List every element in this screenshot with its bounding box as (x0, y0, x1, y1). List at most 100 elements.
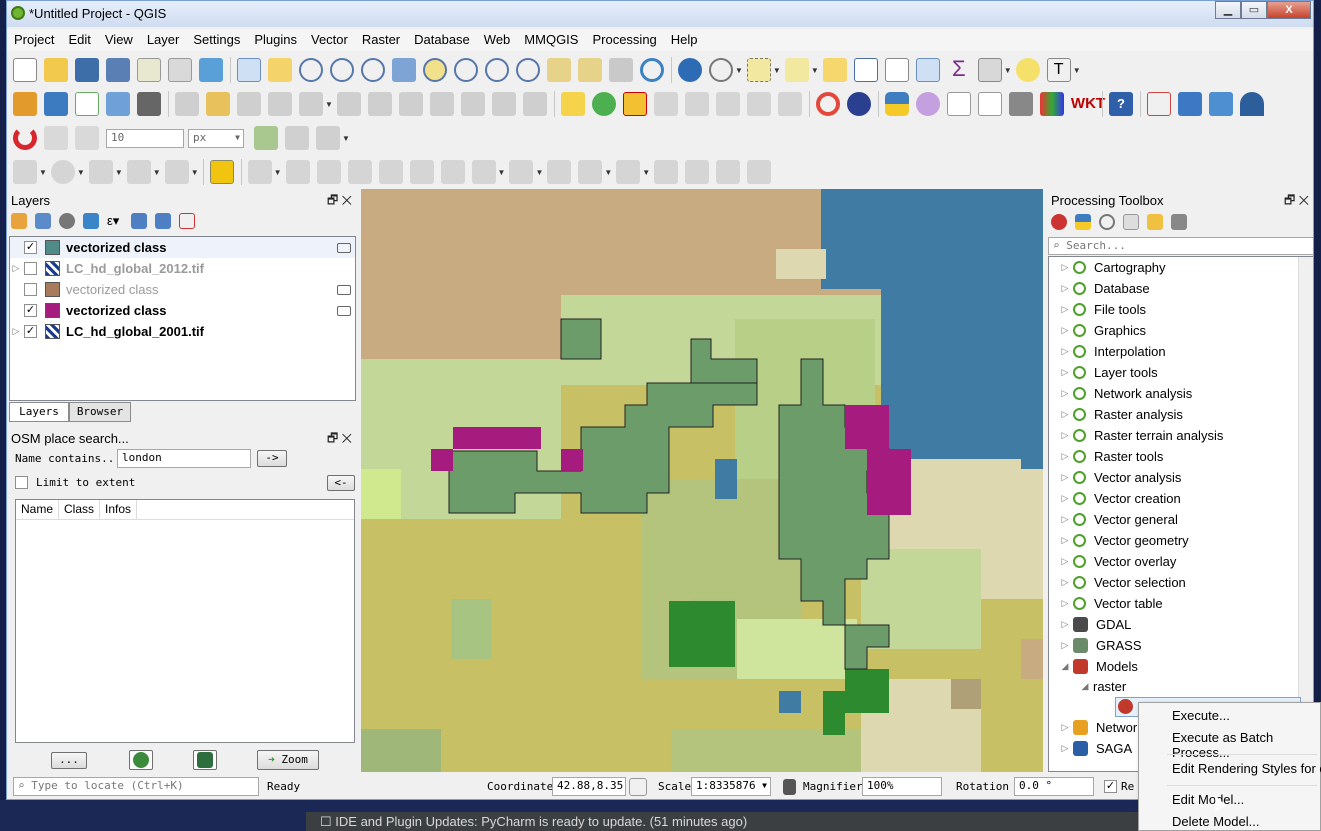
add-circle-icon[interactable] (50, 160, 75, 184)
expand-arrow-icon[interactable]: ▷ (1059, 556, 1071, 567)
help-icon[interactable]: ? (1108, 92, 1133, 116)
layer-labeling-options-icon[interactable] (591, 92, 616, 116)
zoom-layer-icon[interactable] (454, 58, 478, 82)
tracing-icon[interactable] (747, 160, 772, 184)
expression-filter-icon[interactable]: ε▾ (107, 213, 123, 229)
expand-arrow-icon[interactable]: ▷ (10, 263, 22, 274)
collapse-arrow-icon[interactable]: ◢ (1059, 661, 1071, 672)
menu-item-edit-model[interactable]: Edit Model... (1172, 792, 1244, 807)
add-ellipse-icon[interactable] (88, 160, 113, 184)
layer-visibility-checkbox[interactable] (24, 283, 37, 296)
toolbox-group-interpolation[interactable]: ▷ Interpolation (1059, 341, 1166, 362)
layer-visibility-checkbox[interactable]: ✓ (24, 304, 37, 317)
menu-processing[interactable]: Processing (585, 29, 663, 51)
expand-arrow-icon[interactable]: ▷ (1059, 619, 1071, 630)
field-calculator-icon[interactable] (915, 58, 940, 82)
toolbox-group-vector-general[interactable]: ▷ Vector general (1059, 509, 1178, 530)
add-polygon-icon[interactable] (164, 160, 189, 184)
undo-icon[interactable] (491, 92, 516, 116)
layer-visibility-checkbox[interactable] (24, 262, 37, 275)
limit-extent-checkbox[interactable] (15, 476, 28, 489)
scale-select[interactable]: 1:8335876 ▼ (691, 777, 771, 796)
identify-icon[interactable] (678, 58, 702, 82)
redo-icon[interactable] (522, 92, 547, 116)
add-feature-icon[interactable] (268, 92, 292, 116)
layer-row[interactable]: ✓ vectorized class (10, 300, 355, 321)
open-project-icon[interactable] (44, 58, 68, 82)
expand-arrow-icon[interactable]: ▷ (1059, 283, 1071, 294)
node-tool-icon[interactable] (336, 92, 361, 116)
move-feature-adv-icon[interactable] (247, 160, 272, 184)
merge-features-icon[interactable] (654, 160, 679, 184)
print-icon[interactable] (1008, 92, 1033, 116)
coordinate-input[interactable]: 42.88,8.35 (552, 777, 626, 796)
toolbox-search-input[interactable]: ⌕ Search... (1048, 237, 1313, 255)
toolbox-group-graphics[interactable]: ▷ Graphics (1059, 320, 1147, 341)
menu-item-edit-rendering-styles[interactable]: Edit Rendering Styles for outputs... (1172, 761, 1321, 776)
refresh-icon[interactable] (640, 58, 664, 82)
paste-features-icon[interactable] (460, 92, 485, 116)
toolbox-group-file-tools[interactable]: ▷ File tools (1059, 299, 1147, 320)
tab-layers[interactable]: Layers (9, 402, 69, 422)
save-project-icon[interactable] (75, 58, 99, 82)
zoom-full-icon[interactable] (392, 58, 416, 82)
cut-features-icon[interactable] (398, 92, 423, 116)
collapse-all-icon[interactable] (155, 213, 171, 229)
filter-legend-icon[interactable] (83, 213, 99, 229)
annotation-icon[interactable] (1015, 58, 1040, 82)
toolbox-provider-gdal[interactable]: ▷ GDAL (1059, 614, 1131, 635)
render-checkbox[interactable]: ✓ (1104, 780, 1117, 793)
save-edits-icon[interactable] (237, 92, 261, 116)
preview-inter-icon[interactable] (946, 92, 971, 116)
expand-arrow-icon[interactable]: ▷ (1059, 304, 1071, 315)
toolbox-group-vector-geometry[interactable]: ▷ Vector geometry (1059, 530, 1189, 551)
menu-item-execute-batch[interactable]: Execute as Batch Process... (1172, 730, 1320, 760)
pycharm-notification[interactable]: ☐ IDE and Plugin Updates: PyCharm is rea… (306, 812, 1146, 831)
expand-arrow-icon[interactable]: ▷ (1059, 451, 1071, 462)
snap-intersection-icon[interactable] (316, 126, 340, 150)
move-label-icon[interactable] (715, 92, 740, 116)
action-icon[interactable] (709, 58, 733, 82)
expand-arrow-icon[interactable]: ▷ (1059, 346, 1071, 357)
expand-arrow-icon[interactable]: ▷ (1059, 640, 1071, 651)
layer-visibility-checkbox[interactable]: ✓ (24, 241, 37, 254)
move-feature-icon[interactable] (299, 92, 323, 116)
locator-input[interactable]: ⌕ Type to locate (Ctrl+K) (13, 777, 259, 796)
osm-panel-float-close-buttons[interactable]: 🗗 ✕ (327, 429, 352, 450)
menu-layer[interactable]: Layer (140, 29, 187, 51)
close-button[interactable]: X (1267, 1, 1311, 19)
panel-float-close-buttons[interactable]: 🗗 ✕ (327, 191, 352, 212)
sigma-icon[interactable]: Σ (947, 58, 971, 82)
rotate-point-icon[interactable] (716, 160, 741, 184)
tab-browser[interactable]: Browser (69, 402, 131, 422)
minimize-button[interactable]: ▁ (1215, 1, 1241, 19)
toolbox-group-network-analysis[interactable]: ▷ Network analysis (1059, 383, 1193, 404)
menu-database[interactable]: Database (407, 29, 477, 51)
avoid-intersections-icon[interactable] (285, 126, 309, 150)
toolbox-group-vector-overlay[interactable]: ▷ Vector overlay (1059, 551, 1177, 572)
menu-settings[interactable]: Settings (186, 29, 247, 51)
expand-arrow-icon[interactable]: ▷ (1059, 743, 1071, 754)
osm-zoom-button[interactable]: ➜ Zoom (257, 750, 319, 770)
layer-row[interactable]: ▷ LC_hd_global_2012.tif (10, 258, 355, 279)
osm-back-button[interactable]: <- (327, 475, 355, 491)
add-circular-string-icon[interactable] (13, 160, 37, 184)
menu-item-execute[interactable]: Execute... (1172, 708, 1230, 723)
toolbox-provider-saga[interactable]: ▷ SAGA (1059, 738, 1132, 759)
toolbox-group-database[interactable]: ▷ Database (1059, 278, 1150, 299)
add-spatialite-icon[interactable] (106, 92, 130, 116)
openlayers-icon[interactable] (815, 92, 840, 116)
statistics-icon[interactable] (1239, 92, 1264, 116)
menu-vector[interactable]: Vector (304, 29, 355, 51)
models-icon[interactable] (1051, 214, 1067, 230)
add-ring-icon[interactable] (347, 160, 372, 184)
menu-item-delete-model[interactable]: Delete Model... (1172, 814, 1259, 829)
labeling-icon[interactable] (560, 92, 585, 116)
styling-icon[interactable] (11, 213, 27, 229)
pan-to-selection-icon[interactable] (268, 58, 292, 82)
topological-editing-icon[interactable] (254, 126, 278, 150)
remove-layer-icon[interactable] (179, 213, 195, 229)
menu-view[interactable]: View (98, 29, 140, 51)
toolbox-provider-network[interactable]: ▷ Network (1059, 717, 1144, 738)
save-as-icon[interactable] (106, 58, 130, 82)
